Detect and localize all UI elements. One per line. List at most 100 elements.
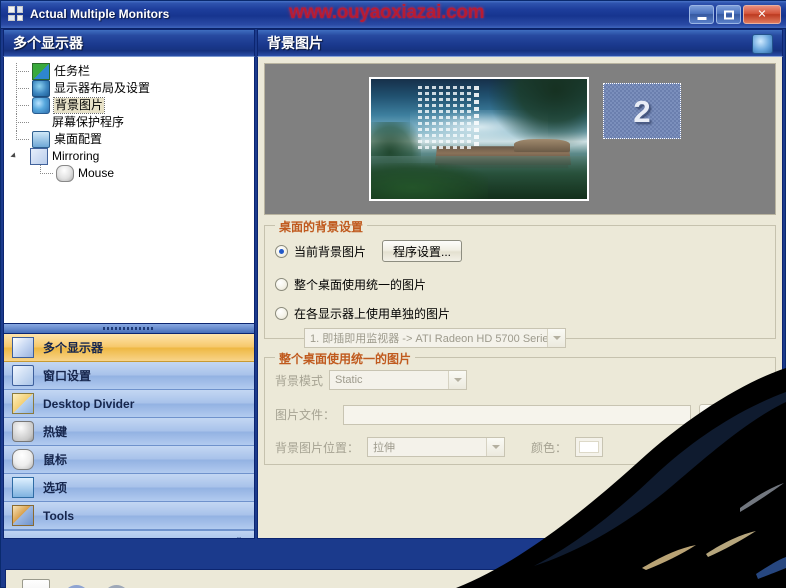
sidebar-item-mouse[interactable]: 鼠标 xyxy=(4,446,254,474)
sidebar-item-label: 窗口设置 xyxy=(43,369,92,383)
sidebar-item-options[interactable]: 选项 xyxy=(4,474,254,502)
radio-unified-image[interactable] xyxy=(275,278,288,291)
tree-item-screensaver[interactable]: 屏幕保护程序 xyxy=(4,114,254,131)
image-position-dropdown[interactable]: 拉伸 xyxy=(367,437,506,457)
window-title: Actual Multiple Monitors xyxy=(30,6,170,21)
option-row-separate-images: 在各显示器上使用单独的图片 xyxy=(275,305,765,322)
minimize-button[interactable] xyxy=(689,5,714,24)
radio-label: 当前背景图片 xyxy=(294,244,367,259)
main-window: Actual Multiple Monitors www.ouyaoxiazai… xyxy=(0,0,786,588)
option-row-unified-image: 整个桌面使用统一的图片 xyxy=(275,276,765,293)
monitors-icon xyxy=(12,337,34,358)
tools-icon xyxy=(12,505,34,526)
tree-item-taskbar[interactable]: 任务栏 xyxy=(4,63,254,80)
program-settings-button[interactable]: 程序设置... xyxy=(382,240,463,262)
sidebar-item-window-settings[interactable]: 窗口设置 xyxy=(4,362,254,390)
title-bar: Actual Multiple Monitors www.ouyaoxiazai… xyxy=(1,1,786,29)
taskbar-icon xyxy=(32,63,50,80)
options-icon xyxy=(12,477,34,498)
monitor-number-label: 2 xyxy=(633,93,651,129)
image-position-row: 背景图片位置： 拉伸 颜色： xyxy=(275,437,765,457)
help-icon[interactable] xyxy=(22,579,50,588)
application-window: Actual Multiple Monitors www.ouyaoxiazai… xyxy=(0,0,786,588)
monitor-select-dropdown[interactable]: 1. 即插即用监视器 -> ATI Radeon HD 5700 Series xyxy=(304,328,566,348)
tree-connector xyxy=(6,97,32,114)
body-area: 多个显示器 任务栏 显示器布局及设置 背景图片 屏幕保护程序 桌面配置 Mirr… xyxy=(3,29,786,588)
preview-calligraphy xyxy=(384,86,479,149)
right-column: 背景图片 2 桌面的背景设置 当前背景图片 程序设置... 整个桌面使用统一的图… xyxy=(257,29,783,539)
tree-item-label: Mirroring xyxy=(52,149,100,163)
footer-tool-icons xyxy=(22,579,130,588)
chevron-down-icon[interactable] xyxy=(547,329,565,347)
window-controls: ✕ xyxy=(689,5,781,24)
tree-connector xyxy=(6,131,32,148)
tree-item-label: 任务栏 xyxy=(54,64,91,78)
wallpaper-icon[interactable] xyxy=(752,34,773,54)
left-panel-header: 多个显示器 xyxy=(3,29,255,56)
tree-item-desktop-profile[interactable]: 桌面配置 xyxy=(4,131,254,148)
close-button[interactable]: ✕ xyxy=(743,5,781,24)
monitor-1-preview[interactable] xyxy=(369,77,589,201)
content-area: 2 桌面的背景设置 当前背景图片 程序设置... 整个桌面使用统一的图片 在各显… xyxy=(257,56,783,539)
chevron-down-icon: »▼ xyxy=(235,535,244,539)
app-logo-icon xyxy=(8,6,23,21)
mirroring-icon xyxy=(30,148,48,165)
desktop-profile-icon xyxy=(32,131,50,148)
sidebar-item-label: Tools xyxy=(43,508,75,523)
background-mode-label: 背景模式 xyxy=(275,373,324,388)
unified-image-group: 整个桌面使用统一的图片 背景模式 Static 图片文件： ... 背景图片位置… xyxy=(264,350,776,465)
chevron-right-icon[interactable] xyxy=(10,152,18,160)
image-file-input[interactable] xyxy=(343,404,692,425)
panel-splitter[interactable] xyxy=(3,324,255,333)
tree-item-mouse[interactable]: Mouse xyxy=(4,165,254,182)
sidebar-item-label: 鼠标 xyxy=(43,453,68,467)
footer-bar: 确定 取消 xyxy=(5,569,786,588)
tree-connector xyxy=(6,114,32,131)
background-mode-dropdown[interactable]: Static xyxy=(329,370,468,390)
sidebar-item-hotkeys[interactable]: 热键 xyxy=(4,418,254,446)
monitor-select-value: 1. 即插即用监视器 -> ATI Radeon HD 5700 Series xyxy=(310,333,555,345)
mouse-icon xyxy=(56,165,74,182)
browse-button[interactable]: ... xyxy=(699,404,724,425)
splitter-grip xyxy=(103,327,155,330)
radio-label: 整个桌面使用统一的图片 xyxy=(294,278,427,292)
monitor-preview[interactable]: 2 xyxy=(264,63,776,215)
image-position-label: 背景图片位置： xyxy=(275,440,360,455)
monitor-2-preview[interactable]: 2 xyxy=(603,83,681,139)
sidebar-expand-button[interactable]: »▼ xyxy=(4,530,254,539)
sidebar-item-tools[interactable]: Tools xyxy=(4,502,254,530)
tree-item-monitor-layout[interactable]: 显示器布局及设置 xyxy=(4,80,254,97)
radio-current-wallpaper[interactable] xyxy=(275,244,288,258)
mouse-icon xyxy=(12,449,34,470)
chevron-down-icon[interactable] xyxy=(448,371,467,389)
screensaver-icon xyxy=(32,115,48,130)
sidebar-item-label: 热键 xyxy=(43,425,68,439)
tree-connector xyxy=(30,165,56,182)
ok-button[interactable]: 确定 xyxy=(618,579,692,588)
color-swatch-button[interactable] xyxy=(575,437,604,457)
content-panel-header: 背景图片 xyxy=(257,29,783,56)
preview-grass xyxy=(371,163,488,199)
hotkey-icon xyxy=(12,421,34,442)
group-title: 桌面的背景设置 xyxy=(275,218,368,235)
image-file-label: 图片文件： xyxy=(275,408,336,422)
redo-icon[interactable] xyxy=(104,580,130,588)
radio-label: 在各显示器上使用单独的图片 xyxy=(294,307,451,321)
chevron-down-icon[interactable] xyxy=(486,438,505,456)
tree-connector xyxy=(6,63,32,80)
left-panel-title: 多个显示器 xyxy=(13,35,83,51)
radio-separate-images[interactable] xyxy=(275,307,288,320)
sidebar-item-desktop-divider[interactable]: Desktop Divider xyxy=(4,390,254,418)
tree-item-label: 桌面配置 xyxy=(54,132,103,146)
tree-item-label: 屏幕保护程序 xyxy=(52,115,125,129)
cancel-button[interactable]: 取消 xyxy=(700,579,774,588)
settings-tree[interactable]: 任务栏 显示器布局及设置 背景图片 屏幕保护程序 桌面配置 Mirroring … xyxy=(3,56,255,324)
tree-item-mirroring[interactable]: Mirroring xyxy=(4,148,254,165)
preview-roof xyxy=(513,139,570,153)
tree-item-label: 背景图片 xyxy=(52,97,106,114)
undo-icon[interactable] xyxy=(64,580,90,588)
tree-item-wallpaper[interactable]: 背景图片 xyxy=(4,97,254,114)
image-file-row: 图片文件： ... xyxy=(275,404,765,425)
sidebar-item-multiple-monitors[interactable]: 多个显示器 xyxy=(4,334,254,362)
maximize-button[interactable] xyxy=(716,5,741,24)
